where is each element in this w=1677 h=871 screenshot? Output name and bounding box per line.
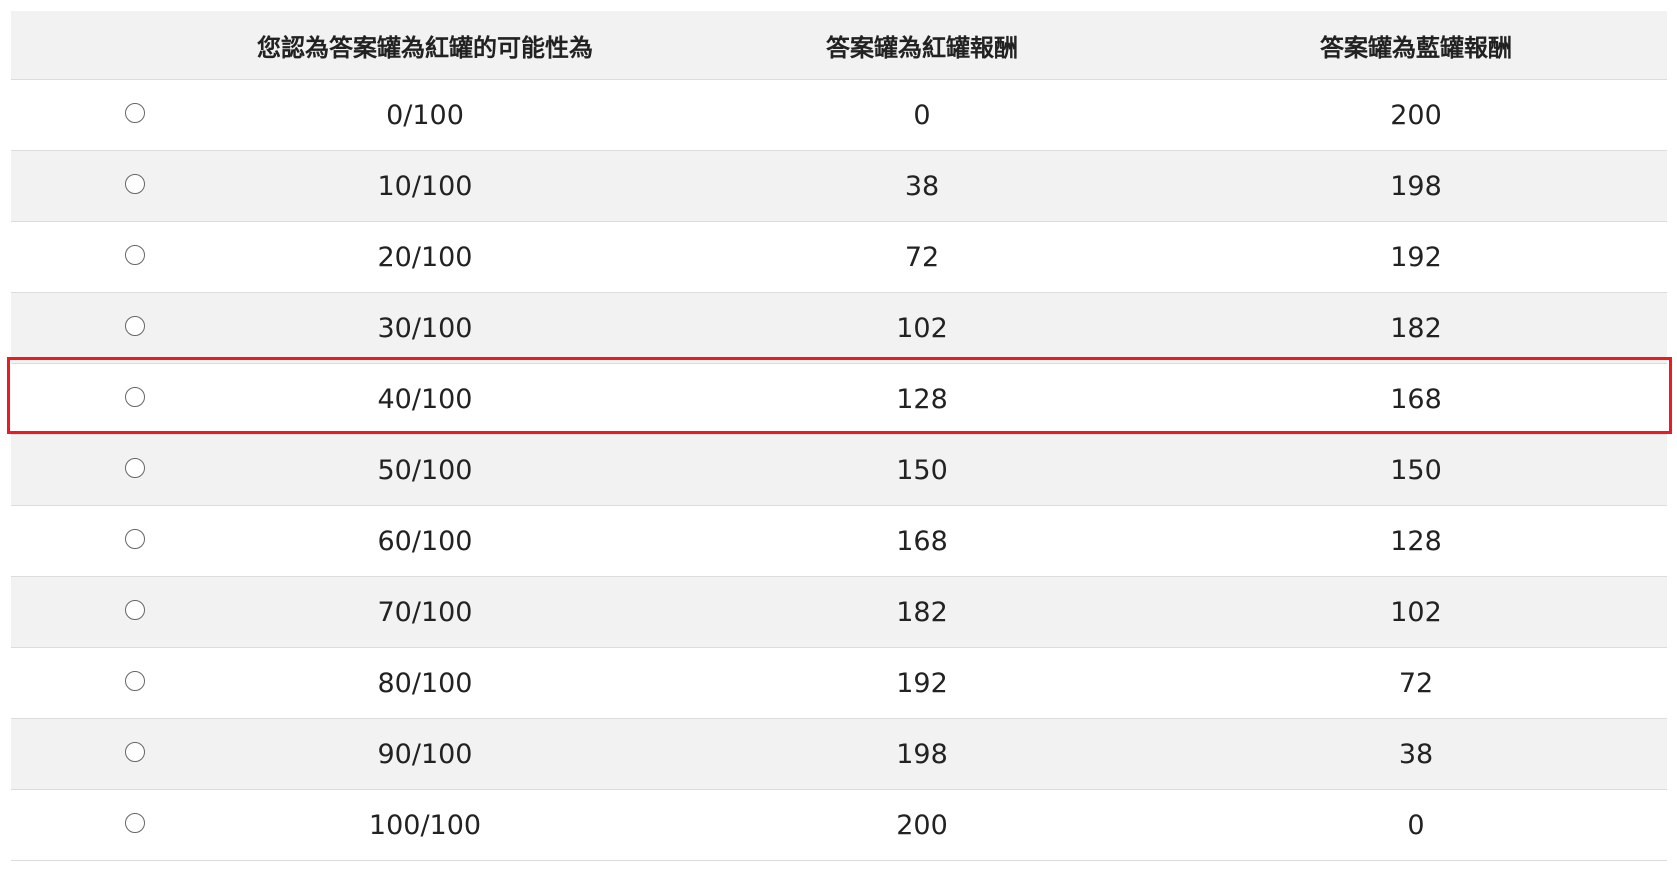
- header-blue-payoff: 答案罐為藍罐報酬: [1320, 33, 1512, 62]
- probability-cell: 40/100: [377, 383, 473, 415]
- option-radio[interactable]: [125, 742, 145, 762]
- red-payoff-cell: 192: [896, 667, 948, 699]
- blue-payoff-cell: 192: [1390, 241, 1442, 273]
- table-row[interactable]: 0/100 0 200: [11, 80, 1667, 151]
- red-payoff-cell: 128: [896, 383, 948, 415]
- blue-payoff-cell: 182: [1390, 312, 1442, 344]
- header-red-payoff: 答案罐為紅罐報酬: [826, 33, 1018, 62]
- option-radio[interactable]: [125, 103, 145, 123]
- table-row[interactable]: 30/100 102 182: [11, 293, 1667, 364]
- option-radio[interactable]: [125, 245, 145, 265]
- blue-payoff-cell: 198: [1390, 170, 1442, 202]
- radio-cell: [95, 293, 175, 363]
- blue-payoff-cell: 38: [1398, 738, 1434, 770]
- red-payoff-cell: 38: [904, 170, 940, 202]
- table-row[interactable]: 80/100 192 72: [11, 648, 1667, 719]
- blue-payoff-cell: 72: [1398, 667, 1434, 699]
- radio-cell: [95, 80, 175, 150]
- red-payoff-cell: 200: [896, 809, 948, 841]
- radio-cell: [95, 790, 175, 860]
- probability-cell: 20/100: [377, 241, 473, 273]
- option-radio[interactable]: [125, 813, 145, 833]
- table-row[interactable]: 60/100 168 128: [11, 506, 1667, 577]
- header-radio: [95, 11, 175, 79]
- red-payoff-cell: 72: [904, 241, 940, 273]
- radio-cell: [95, 648, 175, 718]
- red-payoff-cell: 168: [896, 525, 948, 557]
- header-probability: 您認為答案罐為紅罐的可能性為: [257, 33, 593, 62]
- red-payoff-cell: 102: [896, 312, 948, 344]
- payoff-table: 您認為答案罐為紅罐的可能性為 答案罐為紅罐報酬 答案罐為藍罐報酬 0/100 0 2…: [11, 11, 1667, 861]
- option-radio[interactable]: [125, 387, 145, 407]
- probability-cell: 10/100: [377, 170, 473, 202]
- red-payoff-cell: 198: [896, 738, 948, 770]
- red-payoff-cell: 150: [896, 454, 948, 486]
- probability-cell: 0/100: [386, 99, 464, 131]
- probability-cell: 90/100: [377, 738, 473, 770]
- probability-cell: 30/100: [377, 312, 473, 344]
- table-row[interactable]: 10/100 38 198: [11, 151, 1667, 222]
- radio-cell: [95, 577, 175, 647]
- radio-cell: [95, 364, 175, 434]
- table-row[interactable]: 40/100 128 168: [11, 364, 1667, 435]
- radio-cell: [95, 506, 175, 576]
- option-radio[interactable]: [125, 174, 145, 194]
- table-row[interactable]: 70/100 182 102: [11, 577, 1667, 648]
- table-header: 您認為答案罐為紅罐的可能性為 答案罐為紅罐報酬 答案罐為藍罐報酬: [11, 11, 1667, 80]
- probability-cell: 80/100: [377, 667, 473, 699]
- option-radio[interactable]: [125, 600, 145, 620]
- table-row[interactable]: 90/100 198 38: [11, 719, 1667, 790]
- probability-cell: 60/100: [377, 525, 473, 557]
- option-radio[interactable]: [125, 529, 145, 549]
- blue-payoff-cell: 168: [1390, 383, 1442, 415]
- option-radio[interactable]: [125, 671, 145, 691]
- blue-payoff-cell: 150: [1390, 454, 1442, 486]
- blue-payoff-cell: 102: [1390, 596, 1442, 628]
- red-payoff-cell: 0: [913, 99, 931, 131]
- table-row[interactable]: 50/100 150 150: [11, 435, 1667, 506]
- table-row[interactable]: 100/100 200 0: [11, 790, 1667, 861]
- blue-payoff-cell: 0: [1407, 809, 1425, 841]
- probability-cell: 50/100: [377, 454, 473, 486]
- blue-payoff-cell: 128: [1390, 525, 1442, 557]
- probability-cell: 100/100: [368, 809, 482, 841]
- option-radio[interactable]: [125, 458, 145, 478]
- radio-cell: [95, 719, 175, 789]
- radio-cell: [95, 435, 175, 505]
- red-payoff-cell: 182: [896, 596, 948, 628]
- table-row[interactable]: 20/100 72 192: [11, 222, 1667, 293]
- blue-payoff-cell: 200: [1390, 99, 1442, 131]
- radio-cell: [95, 222, 175, 292]
- radio-cell: [95, 151, 175, 221]
- option-radio[interactable]: [125, 316, 145, 336]
- probability-cell: 70/100: [377, 596, 473, 628]
